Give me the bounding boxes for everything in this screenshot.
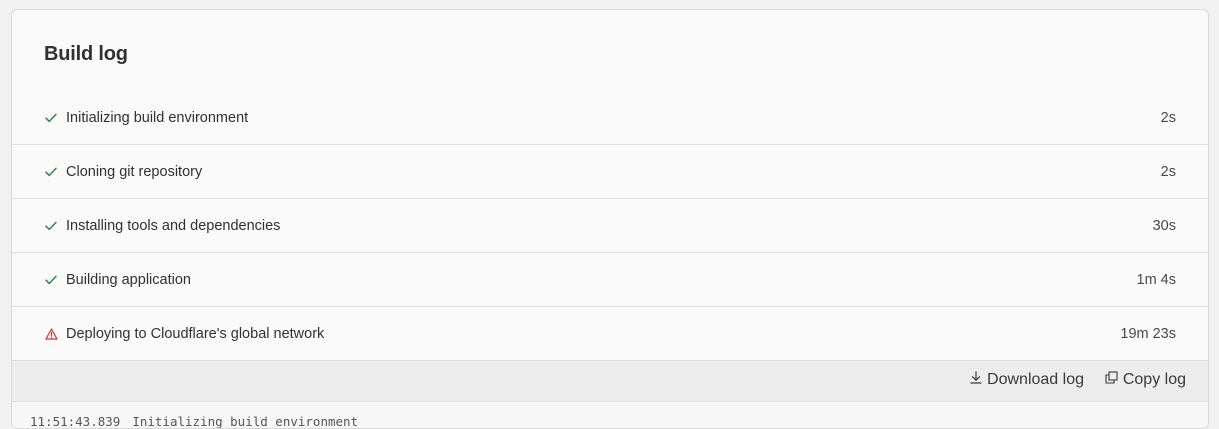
build-step-label: Installing tools and dependencies [66,217,281,234]
build-step[interactable]: Installing tools and dependencies 30s [12,199,1208,253]
build-step-label: Building application [66,271,191,288]
log-line-time: 11:51:43.839 [30,414,121,429]
download-log-button[interactable]: Download log [970,371,1084,389]
build-log-card: Build log Initializing build environment… [11,9,1209,429]
download-log-label: Download log [987,371,1084,388]
check-icon [44,165,58,179]
build-step[interactable]: Building application 1m 4s [12,253,1208,307]
build-step-duration: 30s [1152,217,1176,234]
build-step-duration: 2s [1160,163,1176,180]
build-step-label: Cloning git repository [66,163,203,180]
build-step-label: Initializing build environment [66,109,249,126]
build-step-duration: 1m 4s [1136,271,1177,288]
copy-log-label: Copy log [1122,371,1186,388]
check-icon [44,273,58,287]
warning-triangle-icon [44,327,58,341]
build-step[interactable]: Initializing build environment 2s [12,91,1208,145]
build-step-deploy[interactable]: Deploying to Cloudflare's global network… [12,307,1208,361]
copy-icon [1105,371,1118,389]
build-step-duration: 19m 23s [1120,325,1176,342]
download-icon [970,371,982,389]
log-line-text: Initializing build environment [132,414,359,429]
build-step[interactable]: Cloning git repository 2s [12,145,1208,199]
log-toolbar: Download log Copy log [12,361,1208,402]
build-step-label: Deploying to Cloudflare's global network [66,325,325,342]
check-icon [44,111,58,125]
build-steps-list: Initializing build environment 2s Clonin… [12,91,1208,361]
copy-log-button[interactable]: Copy log [1105,371,1186,389]
check-icon [44,219,58,233]
log-line: 11:51:43.839 Initializing build environme… [30,414,370,429]
build-step-duration: 2s [1160,109,1176,126]
log-output[interactable]: 11:51:43.839 Initializing build environme… [12,402,1208,429]
build-log-title: Build log [44,43,128,65]
